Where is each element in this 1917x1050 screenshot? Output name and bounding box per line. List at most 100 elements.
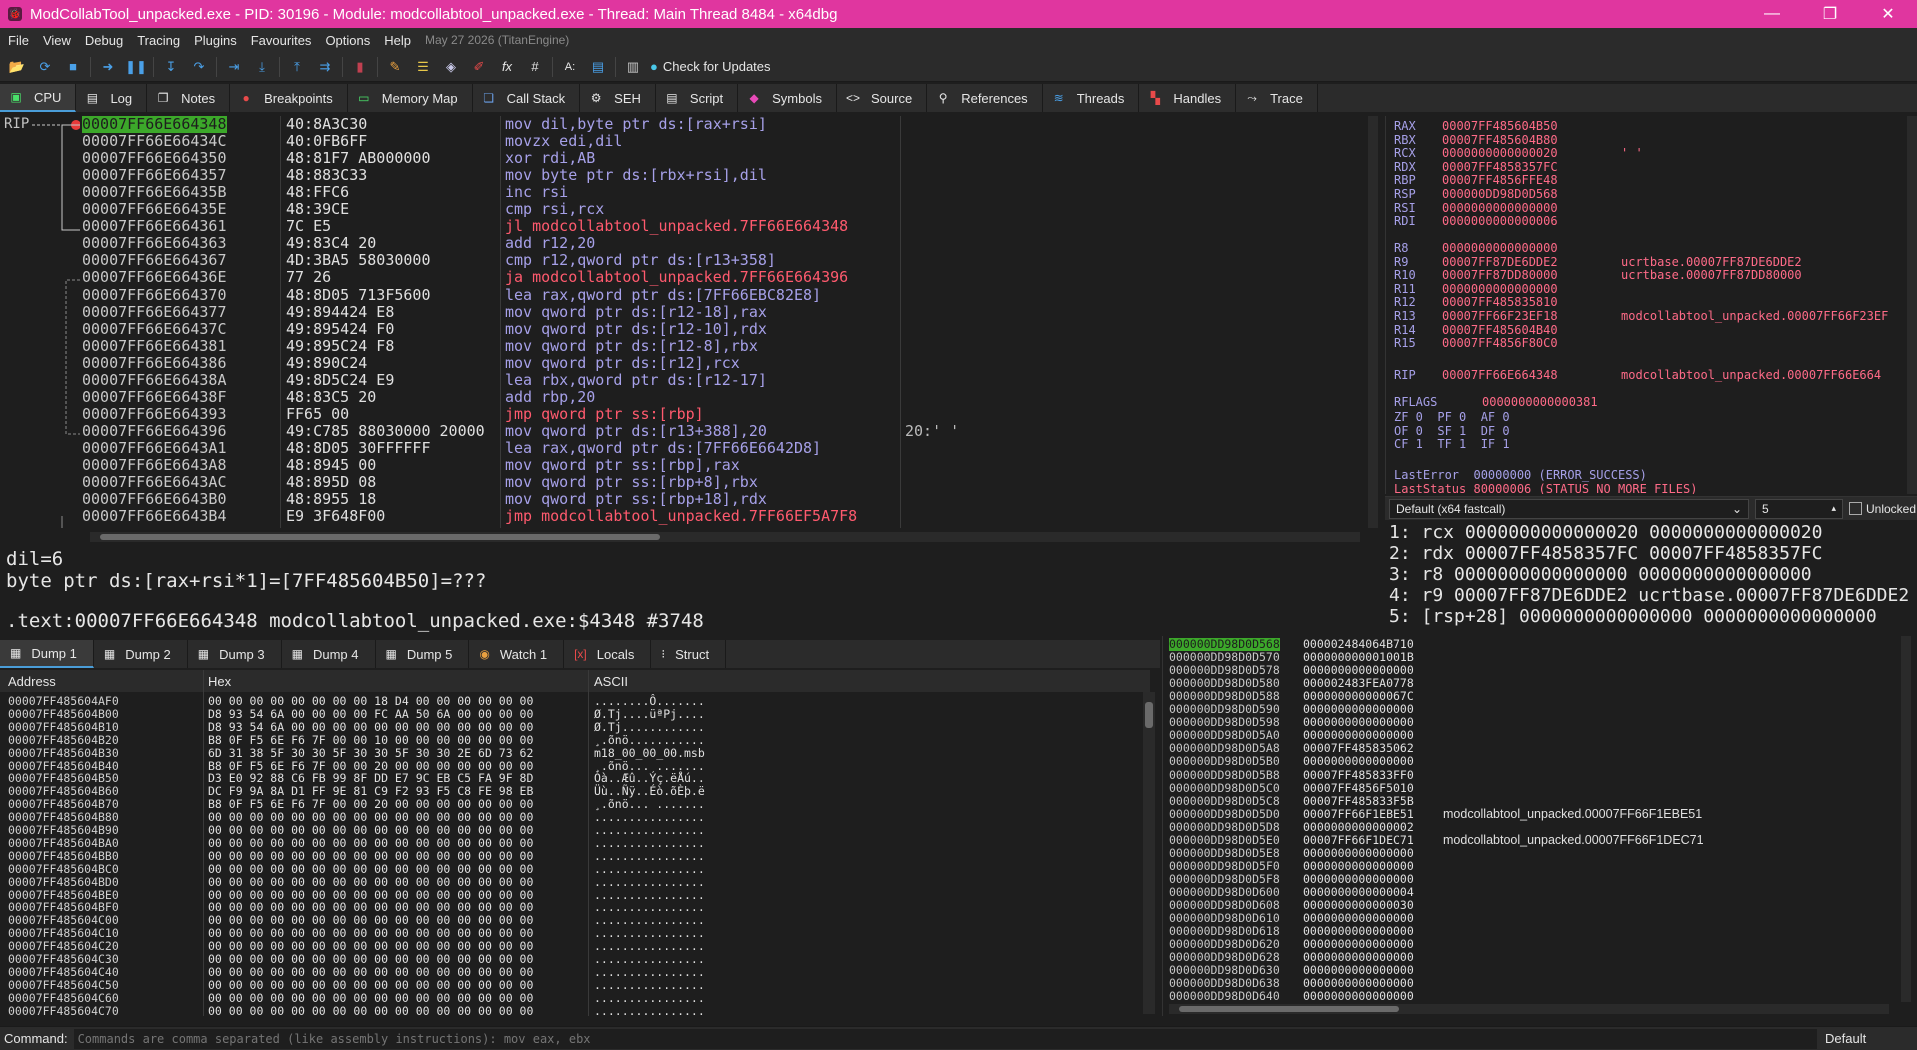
- tab-breakpoints[interactable]: ● Breakpoints: [230, 84, 348, 112]
- flags-row[interactable]: ZF 0 PF 0 AF 0: [1394, 410, 1510, 424]
- menu-plugins[interactable]: Plugins: [194, 33, 237, 48]
- register-rbx[interactable]: RBX 00007FF485604B80: [1394, 133, 1558, 147]
- tab-dump-1[interactable]: ▦ Dump 1: [0, 640, 94, 668]
- tab-dump-5[interactable]: ▦ Dump 5: [376, 640, 470, 668]
- disasm-vertical-scrollbar[interactable]: [1368, 116, 1378, 528]
- stack-vertical-scrollbar[interactable]: [1901, 636, 1911, 1002]
- step-over-icon[interactable]: ↷: [188, 56, 210, 78]
- tab-struct[interactable]: ⁝ Struct: [651, 640, 727, 668]
- register-rsi[interactable]: RSI 0000000000000000: [1394, 201, 1558, 215]
- disasm-row[interactable]: 00007FF66E6643A8 48:8945 00 mov qword ptr …: [0, 457, 1370, 474]
- command-mode-select[interactable]: Default: [1817, 1027, 1917, 1050]
- menu-tracing[interactable]: Tracing: [137, 33, 180, 48]
- registers-panel[interactable]: RAX 00007FF485604B50 RBX 00007FF485604B80 RC…: [1385, 116, 1917, 494]
- register-rbp[interactable]: RBP 00007FF4856FFE48: [1394, 174, 1558, 187]
- tab-references[interactable]: ⚲ References: [927, 84, 1043, 112]
- disassembly-view[interactable]: RIP 00007FF66E664348 40:8A3C30 mov dil,byt…: [0, 116, 1380, 544]
- disasm-row[interactable]: 00007FF66E66434C 40:0FB6FF movzx edi,dil: [0, 133, 1370, 150]
- disasm-row[interactable]: 00007FF66E6643AC 48:895D 08 mov qword ptr …: [0, 474, 1370, 491]
- disasm-row[interactable]: 00007FF66E66438F 48:83C5 20 add rbp,20: [0, 388, 1370, 406]
- disasm-row[interactable]: 00007FF66E664367 4D:3BA5 58030000 cmp r12,…: [0, 252, 1370, 269]
- register-r13[interactable]: R13 00007FF66F23EF18 modcollabtool_unpacke…: [1394, 310, 1888, 323]
- minimize-button[interactable]: —: [1743, 0, 1801, 28]
- comment-icon[interactable]: ☰: [412, 56, 434, 78]
- hash-icon[interactable]: #: [524, 56, 546, 78]
- tab-cpu[interactable]: ▣ CPU: [0, 84, 77, 112]
- disasm-row[interactable]: 00007FF66E66435E 48:39CE cmp rsi,rcx: [0, 201, 1370, 218]
- disasm-row[interactable]: 00007FF66E664381 49:895C24 F8 mov qword pt…: [0, 337, 1370, 355]
- tab-threads[interactable]: ≋ Threads: [1042, 84, 1140, 112]
- register-r9[interactable]: R9 00007FF87DE6DDE2 ucrtbase.00007FF87DE6D…: [1394, 255, 1802, 269]
- tab-symbols[interactable]: ◆ Symbols: [738, 84, 837, 112]
- restart-icon[interactable]: ⟳: [34, 56, 56, 78]
- disasm-row[interactable]: 00007FF66E664370 48:8D05 713F5600 lea rax,…: [0, 286, 1370, 304]
- register-rip[interactable]: RIP 00007FF66E664348 modcollabtool_unpacke…: [1394, 369, 1881, 382]
- flags-row[interactable]: CF 1 TF 1 IF 1: [1394, 437, 1510, 451]
- tab-log[interactable]: ▤ Log: [76, 84, 148, 112]
- menu-file[interactable]: File: [8, 33, 29, 48]
- dump-view[interactable]: Address Hex ASCII 00007FF485604AF0 00 00 …: [0, 670, 1160, 1016]
- register-r8[interactable]: R8 0000000000000000: [1394, 242, 1558, 255]
- flags-row[interactable]: OF 0 SF 1 DF 0: [1394, 424, 1510, 438]
- register-r12[interactable]: R12 00007FF485835810: [1394, 296, 1558, 309]
- rflags-row[interactable]: RFLAGS 0000000000000381: [1394, 396, 1598, 409]
- step-into-icon[interactable]: ↧: [160, 56, 182, 78]
- register-r14[interactable]: R14 00007FF485604B40: [1394, 323, 1558, 337]
- register-rax[interactable]: RAX 00007FF485604B50: [1394, 120, 1558, 133]
- tab-call-stack[interactable]: ❏ Call Stack: [472, 84, 581, 112]
- disasm-row[interactable]: 00007FF66E6643A1 48:8D05 30FFFFFF lea rax,…: [0, 439, 1370, 457]
- arg-count-spinner[interactable]: 5 ▴: [1755, 498, 1843, 519]
- menu-options[interactable]: Options: [325, 33, 370, 48]
- disasm-row[interactable]: 00007FF66E6643B0 48:8955 18 mov qword ptr …: [0, 491, 1370, 508]
- register-rcx[interactable]: RCX 0000000000000020 ' ': [1394, 147, 1643, 160]
- dump-scrollbar[interactable]: [1143, 692, 1155, 1014]
- unlocked-checkbox[interactable]: Unlocked: [1849, 502, 1916, 516]
- tab-handles[interactable]: ▚ Handles: [1139, 84, 1237, 112]
- tab-dump-2[interactable]: ▦ Dump 2: [94, 640, 188, 668]
- disasm-row[interactable]: 00007FF66E664386 49:890C24 mov qword ptr d…: [0, 354, 1370, 372]
- tab-trace[interactable]: ⤳ Trace: [1236, 84, 1318, 112]
- menu-debug[interactable]: Debug: [85, 33, 123, 48]
- disasm-row[interactable]: 00007FF66E664357 48:883C33 mov byte ptr ds…: [0, 167, 1370, 184]
- open-icon[interactable]: 📂: [6, 56, 28, 78]
- menu-help[interactable]: Help: [384, 33, 411, 48]
- menu-favourites[interactable]: Favourites: [251, 33, 312, 48]
- check-updates-button[interactable]: ● Check for Updates: [650, 59, 771, 74]
- tab-notes[interactable]: ❐ Notes: [147, 84, 231, 112]
- disasm-horizontal-scrollbar[interactable]: [90, 532, 1360, 542]
- tab-dump-3[interactable]: ▦ Dump 3: [188, 640, 282, 668]
- menu-view[interactable]: View: [43, 33, 71, 48]
- close-button[interactable]: ✕: [1859, 0, 1917, 28]
- ascii-column-header[interactable]: ASCII: [594, 674, 628, 689]
- disasm-row[interactable]: 00007FF66E66436E 77 26 ja modcollabtool_un…: [0, 269, 1370, 286]
- patch-icon[interactable]: ✎: [384, 56, 406, 78]
- calls-icon[interactable]: ▤: [587, 56, 609, 78]
- registers-scrollbar[interactable]: [1907, 116, 1917, 494]
- disasm-row[interactable]: 00007FF66E664396 49:C785 88030000 20000 mo…: [0, 422, 1370, 440]
- tab-watch-1[interactable]: ◉ Watch 1: [469, 640, 565, 668]
- disasm-row[interactable]: 00007FF66E6643B4 E9 3F648F00 jmp modcollab…: [0, 508, 1370, 525]
- register-rsp[interactable]: RSP 000000DD98D0D568: [1394, 188, 1558, 201]
- register-r10[interactable]: R10 00007FF87DD80000 ucrtbase.00007FF87DD8…: [1394, 269, 1802, 282]
- disasm-row[interactable]: 00007FF66E664363 49:83C4 20 add r12,20: [0, 235, 1370, 252]
- memory-icon[interactable]: ▥: [622, 56, 644, 78]
- tab-script[interactable]: ▤ Script: [655, 84, 739, 112]
- disasm-row[interactable]: 00007FF66E664348 40:8A3C30 mov dil,byte pt…: [0, 116, 1370, 133]
- label-icon[interactable]: ◈: [440, 56, 462, 78]
- run-to-user-code-icon[interactable]: ⇉: [314, 56, 336, 78]
- disasm-row[interactable]: 00007FF66E66437C 49:895424 F0 mov qword pt…: [0, 320, 1370, 338]
- disasm-row[interactable]: 00007FF66E664377 49:894424 E8 mov qword pt…: [0, 303, 1370, 321]
- command-input[interactable]: [73, 1028, 1817, 1049]
- stop-icon[interactable]: ■: [62, 56, 84, 78]
- disasm-row[interactable]: 00007FF66E664350 48:81F7 AB000000 xor rdi,…: [0, 150, 1370, 167]
- trace-into-icon[interactable]: ⇥: [223, 56, 245, 78]
- register-r11[interactable]: R11 0000000000000000: [1394, 282, 1558, 296]
- bookmark-icon[interactable]: ✐: [468, 56, 490, 78]
- stack-horizontal-scrollbar[interactable]: [1169, 1004, 1889, 1014]
- execute-till-return-icon[interactable]: ⤒: [286, 56, 308, 78]
- tab-locals[interactable]: [x] Locals: [564, 640, 652, 668]
- tab-dump-4[interactable]: ▦ Dump 4: [282, 640, 376, 668]
- register-rdi[interactable]: RDI 0000000000000006: [1394, 215, 1558, 228]
- hex-column-header[interactable]: Hex: [208, 674, 231, 689]
- tab-source[interactable]: <> Source: [837, 84, 928, 112]
